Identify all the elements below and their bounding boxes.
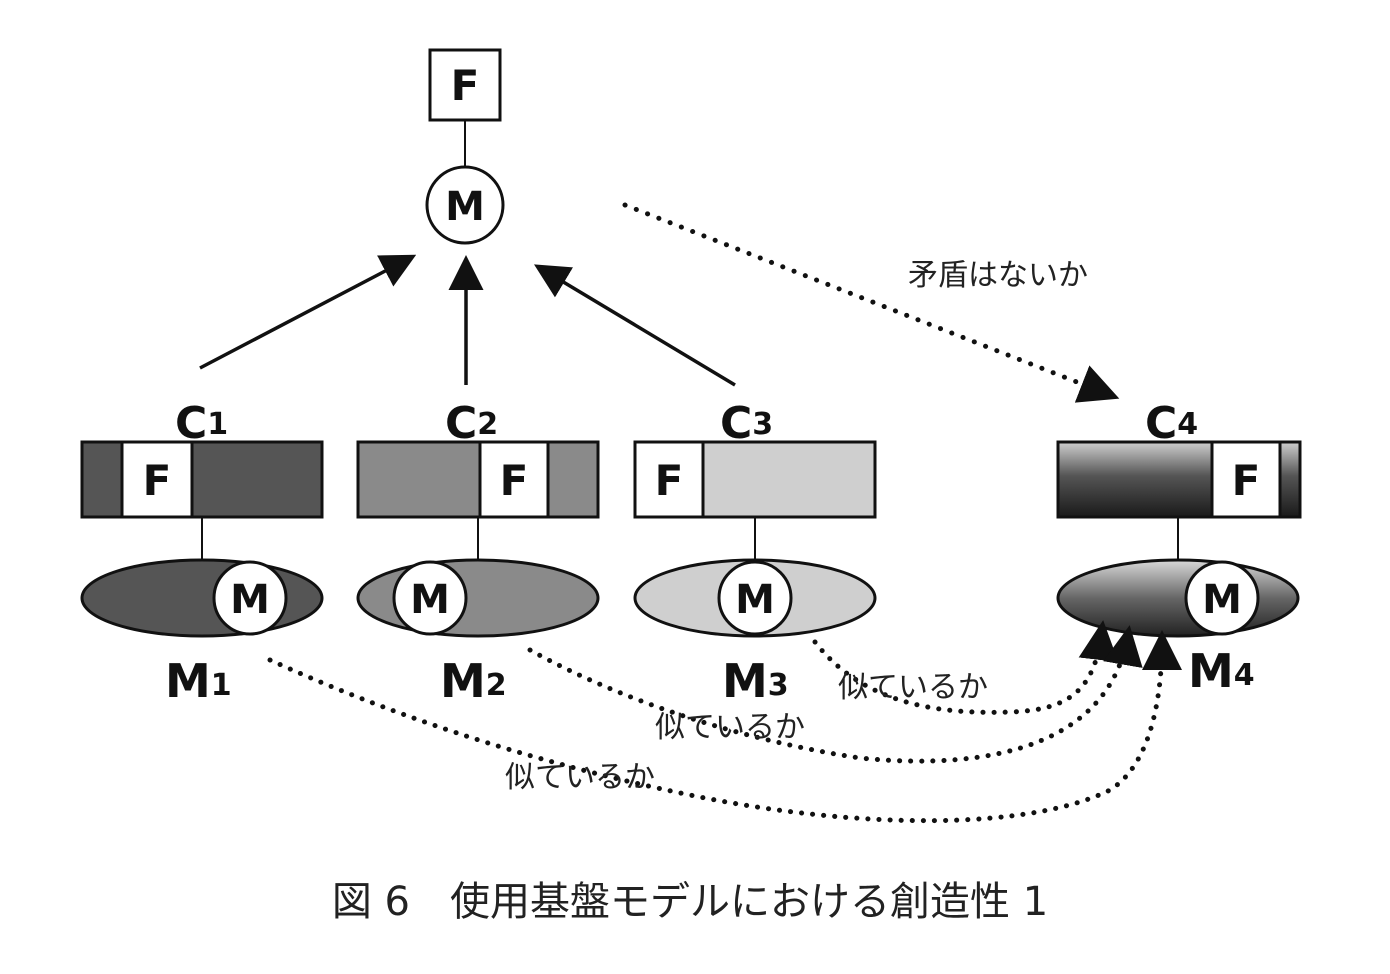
construction-c2: C2 F M M2 xyxy=(356,398,600,708)
abstraction-arrow-1 xyxy=(199,254,417,370)
figure-caption: 図 6 使用基盤モデルにおける創造性 1 xyxy=(332,879,1048,925)
c4-meaning-ellipse xyxy=(1056,558,1300,638)
construction-c1: C1 F M M1 xyxy=(80,398,324,708)
c2-form-bar xyxy=(356,440,600,519)
construction-c3: C3 F M M3 xyxy=(633,398,877,708)
m3-label: M3 xyxy=(722,654,789,708)
c1-form-bar xyxy=(80,440,324,519)
schema-form-label: F xyxy=(451,61,480,110)
similarity-label-3: 似ているか xyxy=(838,670,988,705)
schema-node: F M xyxy=(425,48,505,245)
similarity-label-2: 似ているか xyxy=(655,710,805,745)
c4-form-label: F xyxy=(1232,456,1261,505)
usage-based-model-diagram: F M 矛盾はないか C1 F M M1 C2 F M M2 C3 F M M3… xyxy=(80,48,1302,925)
schema-meaning-label: M xyxy=(445,184,485,230)
m4-label: M4 xyxy=(1188,644,1255,698)
c2-meaning-label: M xyxy=(410,577,450,623)
contradiction-dotted-arrow xyxy=(622,202,1120,403)
c3-meaning-label: M xyxy=(735,577,775,623)
c4-meaning-label: M xyxy=(1202,577,1242,623)
c3-form-label: F xyxy=(655,456,684,505)
abstraction-arrow-3 xyxy=(533,264,736,387)
c1-form-label: F xyxy=(143,456,172,505)
similarity-label-1: 似ているか xyxy=(505,760,655,795)
m1-label: M1 xyxy=(165,654,232,708)
c2-form-label: F xyxy=(500,456,529,505)
construction-c4: C4 F M M4 xyxy=(1056,398,1302,698)
similarity-arrow-m2 xyxy=(527,625,1143,764)
contradiction-label: 矛盾はないか xyxy=(908,258,1088,293)
c1-meaning-label: M xyxy=(230,577,270,623)
m2-label: M2 xyxy=(440,654,507,708)
